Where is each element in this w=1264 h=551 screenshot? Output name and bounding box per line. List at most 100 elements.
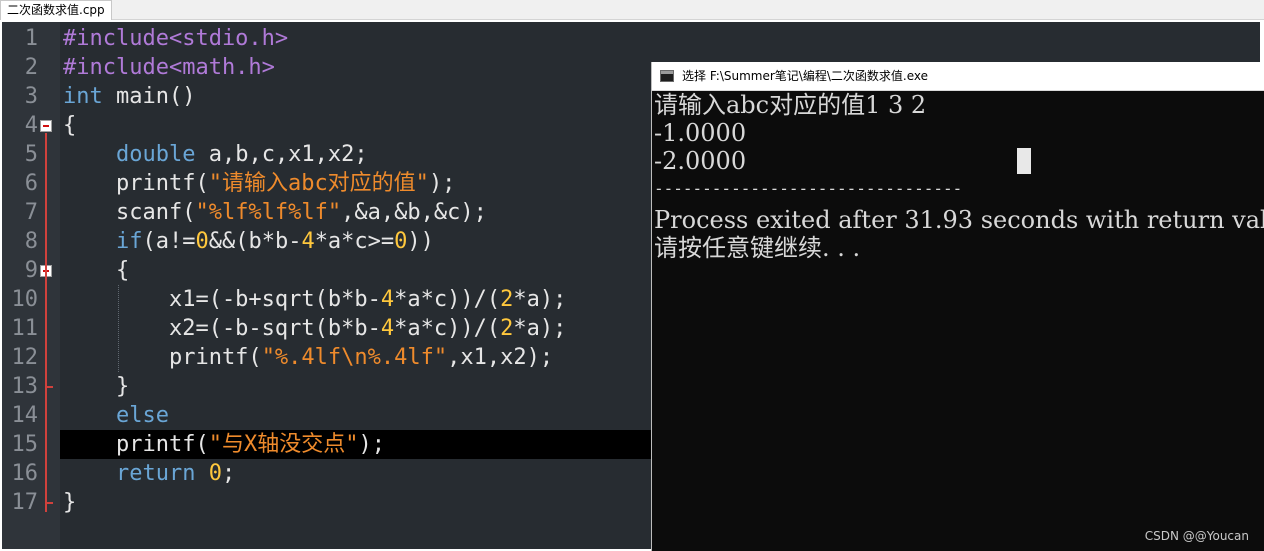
code-token: main() [102,84,196,109]
console-line-exit: Process exited after 31.93 seconds with … [654,206,1264,234]
code-token: return [115,461,196,486]
code-token: "%.4lf\n%.4lf" [261,345,448,370]
code-token: double [115,142,196,167]
code-token: a,b,c,x1,x2; [195,142,368,167]
fold-end-marker [45,386,53,388]
fold-end-marker [45,502,53,504]
line-number: 11 [11,316,39,341]
indent-guide [118,285,119,372]
code-token: "请输入abc对应的值" [208,171,429,196]
code-text: #include<stdio.h> [63,24,288,53]
line-number: 13 [11,374,39,399]
code-token: 0 [208,461,222,486]
console-line-x2: -2.0000 [654,147,747,175]
code-text: printf("%.4lf\n%.4lf",x1,x2); [63,343,553,372]
console-line-prompt: 请输入abc对应的值1 3 2 [654,91,927,119]
console-title: 选择 F:\Summer笔记\编程\二次函数求值.exe [682,69,928,83]
code-text: x2=(-b-sqrt(b*b-4*a*c))/(2*a); [63,314,566,343]
code-token: "%lf%lf%lf" [195,200,342,225]
line-number: 17 [11,490,39,515]
code-text: int main() [63,82,195,111]
watermark: CSDN @@Youcan [1144,529,1249,543]
code-text: { [63,256,129,285]
line-number: 14 [11,403,39,428]
tab-file[interactable]: 二次函数求值.cpp [0,0,112,20]
code-token: printf( [63,171,209,196]
code-token: scanf( [63,200,196,225]
code-token: )) [407,229,434,254]
code-token: printf( [63,345,262,370]
code-token: *a*c))/( [394,316,501,341]
console-title-bar[interactable]: 选择 F:\Summer笔记\编程\二次函数求值.exe [652,62,1264,91]
code-token: printf( [63,432,209,457]
code-text: #include<math.h> [63,53,275,82]
code-token: x1=(-b+sqrt(b*b- [63,287,381,312]
code-text: if(a!=0&&(b*b-4*a*c>=0)) [63,227,434,256]
code-token: { [63,113,77,138]
code-token: 4 [301,229,315,254]
code-text: x1=(-b+sqrt(b*b-4*a*c))/(2*a); [63,285,566,314]
code-token: 2 [500,316,514,341]
console-output[interactable]: 请输入abc对应的值1 3 2 -1.0000 -2.0000 --------… [652,91,1264,551]
line-number: 4 [24,113,38,138]
code-text: printf("请输入abc对应的值"); [63,169,455,198]
line-number: 15 [11,432,39,457]
line-number: 12 [11,345,39,370]
code-text: double a,b,c,x1,x2; [63,140,368,169]
code-token: *a*c>= [314,229,395,254]
code-token: ,x1,x2); [447,345,554,370]
code-token: ,&a,&b,&c); [341,200,487,225]
code-token: if [115,229,143,254]
code-token: 4 [380,316,395,341]
code-text: printf("与X轴没交点"); [63,430,385,459]
code-token: *a*c))/( [394,287,501,312]
code-token: int [63,84,103,109]
code-text: { [63,111,76,140]
code-token: 4 [380,287,395,312]
code-token: x2=(-b-sqrt(b*b- [63,316,381,341]
editor-tab-bar: 二次函数求值.cpp [0,0,1264,20]
code-token: *a); [513,287,567,312]
code-token: else [115,403,169,428]
code-token: (a!= [142,229,196,254]
console-line-press-key: 请按任意键继续. . . [654,234,861,262]
code-token: *a); [513,316,567,341]
line-number: 16 [11,461,39,486]
code-text: scanf("%lf%lf%lf",&a,&b,&c); [63,198,487,227]
code-token: &&(b*b- [208,229,302,254]
code-text: return 0; [63,459,235,488]
line-number: 5 [24,142,38,167]
line-number: 6 [24,171,38,196]
line-number: 1 [24,26,38,51]
code-token: { [63,258,130,283]
console-line-x1: -1.0000 [654,119,747,147]
code-text: } [63,488,76,517]
line-number: 8 [24,229,38,254]
code-token: 0 [394,229,408,254]
code-token: ); [358,432,385,457]
console-window[interactable]: 选择 F:\Summer笔记\编程\二次函数求值.exe 请输入abc对应的值1… [651,62,1264,551]
line-number: 2 [24,55,38,80]
line-number: 10 [11,287,39,312]
line-number: 7 [24,200,38,225]
fold-toggle-icon[interactable] [40,120,52,132]
console-app-icon [660,70,674,82]
code-token: } [63,374,130,399]
console-separator: -------------------------------- [654,179,963,198]
code-token: 0 [195,229,209,254]
code-token: ; [221,461,236,486]
line-number: 9 [24,258,38,283]
code-line[interactable]: 1 #include<stdio.h> [2,24,1260,53]
code-token: 2 [500,287,514,312]
text-cursor [1017,148,1031,174]
fold-guide [45,133,47,512]
code-token: #include<math.h> [63,55,275,80]
code-text: else [63,401,169,430]
code-token: ); [428,171,456,196]
code-text: } [63,372,129,401]
